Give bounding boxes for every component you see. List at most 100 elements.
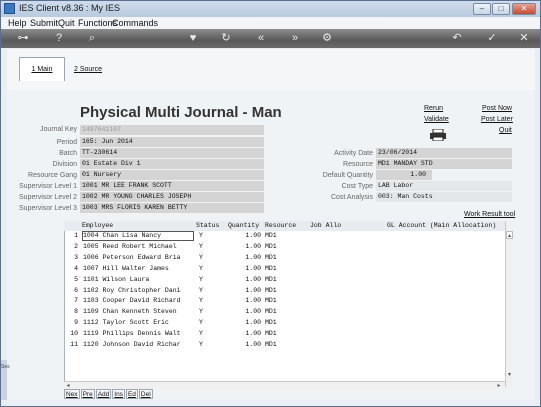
quantity-cell[interactable]: 1.00 (228, 253, 261, 263)
table-row[interactable]: 4 1007 Hill Walter James Y 1.00 MD1 (64, 264, 505, 274)
quit-link[interactable]: Quit (499, 127, 512, 134)
employee-cell[interactable]: 1120 Johnson David Richar (82, 340, 194, 350)
col-employee[interactable]: Employee (82, 221, 113, 231)
table-row[interactable]: 10 1119 Phillips Dennis Walt Y 1.00 MD1 (64, 329, 505, 339)
quantity-cell[interactable]: 1.00 (228, 264, 261, 274)
heart-icon[interactable]: ♥ (182, 31, 204, 46)
status-cell[interactable]: Y (199, 318, 203, 328)
rerun-link[interactable]: Rerun (424, 105, 443, 112)
close-icon[interactable]: ✕ (513, 31, 535, 46)
previous-button[interactable]: Pre (80, 389, 95, 399)
employee-cell[interactable]: 1103 Cooper David Richard (82, 296, 194, 306)
insert-button[interactable]: Ins (112, 389, 125, 399)
col-gl-account[interactable]: GL Account (Main Allocation) (387, 221, 496, 231)
status-cell[interactable]: Y (199, 296, 203, 306)
status-cell[interactable]: Y (199, 329, 203, 339)
post-now-link[interactable]: Post Now (482, 105, 512, 112)
period-field[interactable]: 165: Jun 2014 (80, 137, 264, 147)
batch-field[interactable]: TT-230614 (80, 148, 264, 158)
employee-cell[interactable]: 1005 Reed Robert Michael (82, 242, 194, 252)
table-row[interactable]: 11 1120 Johnson David Richar Y 1.00 MD1 (64, 340, 505, 350)
key-icon[interactable]: ⊶ (9, 31, 37, 46)
quantity-cell[interactable]: 1.00 (228, 329, 261, 339)
col-quantity[interactable]: Quantity (228, 221, 259, 231)
default-quantity-field[interactable]: 1.00 (376, 170, 432, 180)
division-field[interactable]: 01 Estate Div 1 (80, 159, 264, 169)
resource-cell[interactable]: MD1 (265, 296, 277, 306)
quantity-cell[interactable]: 1.00 (228, 296, 261, 306)
close-window-button[interactable]: ✕ (512, 3, 536, 15)
resource-cell[interactable]: MD1 (265, 253, 277, 263)
status-cell[interactable]: Y (199, 340, 203, 350)
resource-cell[interactable]: MD1 (265, 340, 277, 350)
check-icon[interactable]: ✓ (481, 31, 503, 46)
activity-date-field[interactable]: 23/06/2014 (376, 148, 512, 158)
next-button[interactable]: Nex (64, 389, 80, 399)
refresh-icon[interactable]: ↻ (215, 31, 237, 46)
back-icon[interactable]: ↶ (446, 31, 468, 46)
employee-cell[interactable]: 1119 Phillips Dennis Walt (82, 329, 194, 339)
resource-cell[interactable]: MD1 (265, 264, 277, 274)
employee-cell[interactable]: 1006 Peterson Edward Bria (82, 253, 194, 263)
table-row[interactable]: 8 1109 Chan Kenneth Steven Y 1.00 MD1 (64, 307, 505, 317)
employee-cell[interactable]: 1004 Chan Lisa Nancy (82, 231, 194, 241)
search-icon[interactable]: ⌕ (81, 31, 103, 46)
quantity-cell[interactable]: 1.00 (228, 286, 261, 296)
employee-cell[interactable]: 1109 Chan Kenneth Steven (82, 307, 194, 317)
tab-main[interactable]: 1 Main (19, 57, 65, 81)
resource-cell[interactable]: MD1 (265, 329, 277, 339)
rewind-icon[interactable]: « (250, 31, 272, 46)
resource-field[interactable]: MD1 MANDAY STD (376, 159, 512, 169)
status-cell[interactable]: Y (199, 275, 203, 285)
employee-cell[interactable]: 1102 Roy Christopher Dani (82, 286, 194, 296)
supervisor-level-3-field[interactable]: 1003 MRS FLORIS KAREN BETTY (80, 203, 264, 213)
vertical-scrollbar[interactable]: ▴ ▾ (505, 221, 513, 387)
supervisor-level-1-field[interactable]: 1001 MR LEE FRANK SCOTT (80, 181, 264, 191)
col-status[interactable]: Status (196, 221, 219, 231)
status-cell[interactable]: Y (199, 307, 203, 317)
employee-cell[interactable]: 1112 Taylor Scott Eric (82, 318, 194, 328)
resource-gang-field[interactable]: 01 Nursery (80, 170, 264, 180)
menu-submit[interactable]: Submit (30, 17, 58, 29)
delete-button[interactable]: Del (138, 389, 153, 399)
scroll-left-icon[interactable]: ◂ (64, 382, 72, 389)
employee-cell[interactable]: 1101 Wilson Laura (82, 275, 194, 285)
status-cell[interactable]: Y (199, 264, 203, 274)
quantity-cell[interactable]: 1.00 (228, 307, 261, 317)
status-cell[interactable]: Y (199, 231, 203, 241)
edit-button[interactable]: Ed (125, 389, 138, 399)
table-row[interactable]: 1 1004 Chan Lisa Nancy Y 1.00 MD1 (64, 231, 505, 241)
quantity-cell[interactable]: 1.00 (228, 318, 261, 328)
table-row[interactable]: 7 1103 Cooper David Richard Y 1.00 MD1 (64, 296, 505, 306)
add-button[interactable]: Add (95, 389, 112, 399)
work-result-tool-link[interactable]: Work Result tool (464, 211, 515, 218)
validate-link[interactable]: Validate (424, 116, 449, 123)
table-row[interactable]: 9 1112 Taylor Scott Eric Y 1.00 MD1 (64, 318, 505, 328)
settings-icon[interactable]: ⚙ (316, 31, 338, 46)
scroll-down-icon[interactable]: ▾ (506, 371, 513, 379)
status-cell[interactable]: Y (199, 253, 203, 263)
table-row[interactable]: 6 1102 Roy Christopher Dani Y 1.00 MD1 (64, 286, 505, 296)
printer-icon[interactable] (430, 128, 446, 142)
resource-cell[interactable]: MD1 (265, 318, 277, 328)
table-row[interactable]: 5 1101 Wilson Laura Y 1.00 MD1 (64, 275, 505, 285)
minimize-button[interactable]: – (473, 3, 491, 15)
menu-help[interactable]: Help (8, 17, 27, 29)
employee-cell[interactable]: 1007 Hill Walter James (82, 264, 194, 274)
menu-commands[interactable]: Commands (112, 17, 158, 29)
table-row[interactable]: 3 1006 Peterson Edward Bria Y 1.00 MD1 (64, 253, 505, 263)
quantity-cell[interactable]: 1.00 (228, 275, 261, 285)
resource-cell[interactable]: MD1 (265, 275, 277, 285)
scroll-right-icon[interactable]: ▸ (495, 382, 503, 389)
table-row[interactable]: 2 1005 Reed Robert Michael Y 1.00 MD1 (64, 242, 505, 252)
forward-icon[interactable]: » (284, 31, 306, 46)
quantity-cell[interactable]: 1.00 (228, 231, 261, 241)
horizontal-scrollbar[interactable]: ◂ ▸ (64, 381, 505, 389)
resource-cell[interactable]: MD1 (265, 242, 277, 252)
tab-source[interactable]: 2 Source (69, 57, 107, 81)
post-later-link[interactable]: Post Later (481, 116, 513, 123)
menu-quit[interactable]: Quit (58, 17, 75, 29)
supervisor-level-2-field[interactable]: 1002 MR YOUNG CHARLES JOSEPH (80, 192, 264, 202)
status-cell[interactable]: Y (199, 286, 203, 296)
help-icon[interactable]: ? (48, 31, 70, 46)
